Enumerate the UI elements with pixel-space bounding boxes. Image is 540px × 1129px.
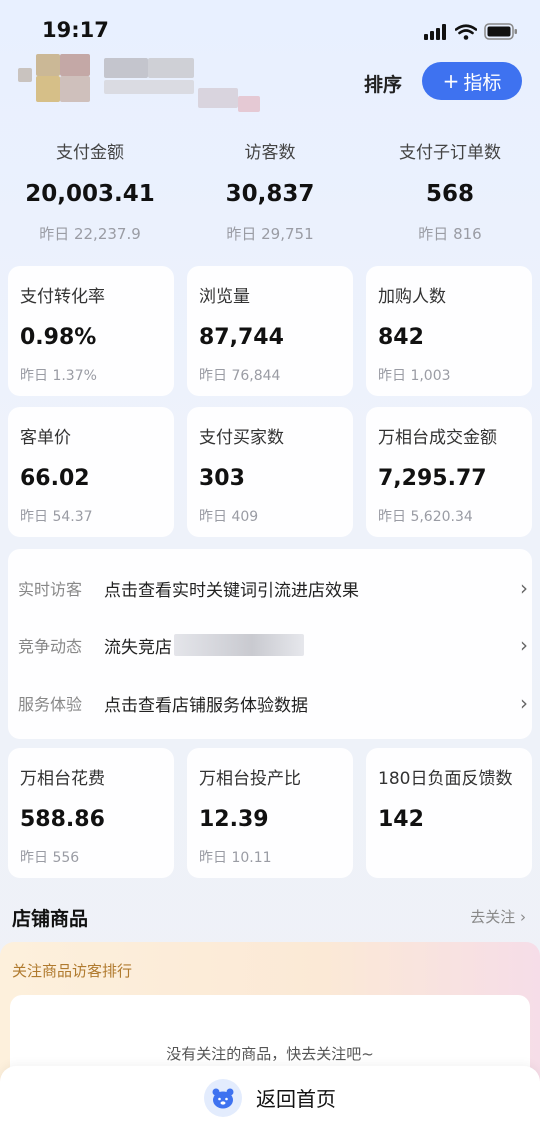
card-yesterday: 昨日 1,003 bbox=[378, 368, 451, 384]
battery-icon bbox=[484, 23, 517, 40]
info-key: 实时访客 bbox=[18, 580, 83, 599]
status-icons bbox=[424, 23, 518, 40]
empty-state-text: 没有关注的商品，快去关注吧~ bbox=[166, 1045, 374, 1063]
card-title: 加购人数 bbox=[378, 287, 446, 307]
card-add-to-cart[interactable]: 加购人数 842 昨日 1,003 bbox=[366, 266, 532, 396]
info-desc: 点击查看实时关键词引流进店效果 bbox=[104, 580, 359, 601]
metric-yesterday: 昨日 22,237.9 bbox=[39, 225, 141, 243]
plus-icon: + bbox=[442, 69, 460, 93]
go-follow-link[interactable]: 去关注 › bbox=[470, 906, 526, 927]
info-row-competition[interactable]: 竞争动态 流失竞店 › bbox=[18, 632, 528, 658]
info-desc: 流失竞店 bbox=[104, 633, 520, 658]
card-wxt-gmv[interactable]: 万相台成交金额 7,295.77 昨日 5,620.34 bbox=[366, 407, 532, 537]
metric-value: 568 bbox=[425, 181, 474, 207]
chevron-right-icon: › bbox=[520, 576, 528, 600]
card-value: 87,744 bbox=[199, 325, 284, 350]
metric-yesterday: 昨日 816 bbox=[418, 225, 482, 243]
card-title: 万相台成交金额 bbox=[378, 428, 497, 448]
card-yesterday: 昨日 76,844 bbox=[199, 368, 281, 384]
metric-title: 支付子订单数 bbox=[399, 143, 501, 163]
card-value: 142 bbox=[378, 807, 424, 832]
card-value: 7,295.77 bbox=[378, 466, 487, 491]
metric-value: 30,837 bbox=[225, 181, 315, 207]
chevron-right-icon: › bbox=[520, 633, 528, 657]
card-title: 支付转化率 bbox=[20, 287, 105, 307]
metric-yesterday: 昨日 29,751 bbox=[226, 225, 314, 243]
card-value: 0.98% bbox=[20, 325, 97, 350]
card-yesterday: 昨日 556 bbox=[20, 850, 80, 866]
card-wxt-roi[interactable]: 万相台投产比 12.39 昨日 10.11 bbox=[187, 748, 353, 878]
card-title: 180日负面反馈数 bbox=[378, 769, 513, 789]
info-desc: 点击查看店铺服务体验数据 bbox=[104, 695, 308, 716]
metric-title: 支付金额 bbox=[56, 143, 124, 163]
status-time: 19:17 bbox=[42, 18, 109, 42]
card-buyers[interactable]: 支付买家数 303 昨日 409 bbox=[187, 407, 353, 537]
metric-visitors[interactable]: 访客数 30,837 昨日 29,751 bbox=[180, 138, 360, 244]
back-home-label: 返回首页 bbox=[256, 1087, 336, 1111]
info-row-service-experience[interactable]: 服务体验 点击查看店铺服务体验数据 › bbox=[18, 690, 528, 716]
card-avg-order-value[interactable]: 客单价 66.02 昨日 54.37 bbox=[8, 407, 174, 537]
chevron-right-icon: › bbox=[520, 691, 528, 715]
competitor-name-blurred bbox=[174, 634, 304, 656]
card-value: 66.02 bbox=[20, 466, 90, 491]
card-title: 万相台投产比 bbox=[199, 769, 301, 789]
card-title: 万相台花费 bbox=[20, 769, 105, 789]
card-yesterday: 昨日 409 bbox=[199, 509, 259, 525]
sort-button[interactable]: 排序 bbox=[364, 70, 402, 97]
home-bear-icon bbox=[204, 1078, 242, 1117]
metric-pay-amount[interactable]: 支付金额 20,003.41 昨日 22,237.9 bbox=[0, 138, 180, 244]
section-title-shop-products: 店铺商品 bbox=[12, 908, 89, 930]
card-conversion-rate[interactable]: 支付转化率 0.98% 昨日 1.37% bbox=[8, 266, 174, 396]
add-indicator-button[interactable]: + 指标 bbox=[422, 62, 522, 100]
info-row-realtime-visitors[interactable]: 实时访客 点击查看实时关键词引流进店效果 › bbox=[18, 575, 528, 601]
card-wxt-spend[interactable]: 万相台花费 588.86 昨日 556 bbox=[8, 748, 174, 878]
card-value: 842 bbox=[378, 325, 424, 350]
wifi-icon bbox=[455, 23, 477, 40]
card-negative-feedback[interactable]: 180日负面反馈数 142 bbox=[366, 748, 532, 878]
back-home-button[interactable]: 返回首页 bbox=[0, 1066, 540, 1129]
card-yesterday: 昨日 10.11 bbox=[199, 850, 272, 866]
card-value: 303 bbox=[199, 466, 245, 491]
card-page-views[interactable]: 浏览量 87,744 昨日 76,844 bbox=[187, 266, 353, 396]
store-name-blurred bbox=[18, 48, 268, 114]
card-yesterday: 昨日 54.37 bbox=[20, 509, 93, 525]
info-key: 竞争动态 bbox=[18, 637, 83, 656]
indicator-label: 指标 bbox=[463, 71, 502, 94]
signal-icon bbox=[424, 23, 446, 40]
card-yesterday: 昨日 1.37% bbox=[20, 368, 97, 384]
top-metrics: 支付金额 20,003.41 昨日 22,237.9 访客数 30,837 昨日… bbox=[0, 138, 540, 244]
card-title: 浏览量 bbox=[199, 287, 250, 307]
favorites-title: 关注商品访客排行 bbox=[12, 962, 133, 980]
card-title: 支付买家数 bbox=[199, 428, 284, 448]
info-key: 服务体验 bbox=[18, 695, 83, 714]
card-value: 12.39 bbox=[199, 807, 269, 832]
card-value: 588.86 bbox=[20, 807, 105, 832]
metric-title: 访客数 bbox=[244, 143, 296, 163]
metric-value: 20,003.41 bbox=[25, 181, 155, 207]
info-desc-text: 流失竞店 bbox=[104, 637, 172, 658]
card-title: 客单价 bbox=[20, 428, 71, 448]
metric-sub-orders[interactable]: 支付子订单数 568 昨日 816 bbox=[360, 138, 540, 244]
card-yesterday: 昨日 5,620.34 bbox=[378, 509, 473, 525]
